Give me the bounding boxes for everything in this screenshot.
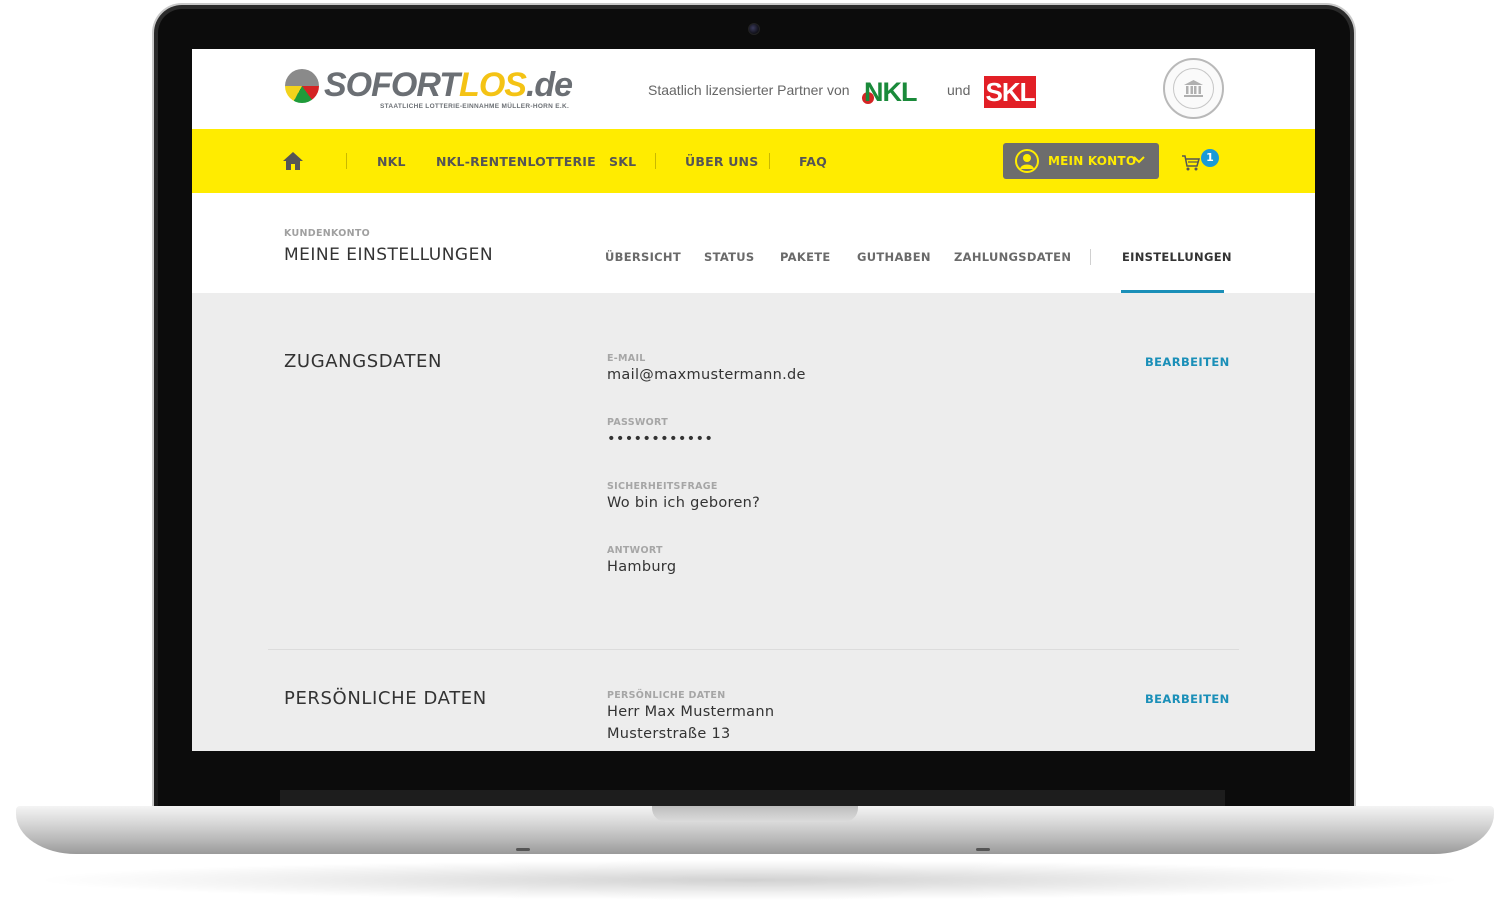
nkl-logo[interactable]: NKL bbox=[864, 78, 917, 106]
logo-los: LOS bbox=[459, 66, 527, 104]
field-value-street: Musterstraße 13 bbox=[607, 726, 731, 742]
tab-guthaben[interactable]: GUTHABEN bbox=[857, 250, 931, 264]
field-value-security-question: Wo bin ich geboren? bbox=[607, 495, 761, 511]
chevron-down-icon bbox=[1133, 156, 1145, 164]
laptop-foot bbox=[976, 848, 990, 851]
main-nav: NKL NKL-RENTENLOTTERIE SKL ÜBER UNS FAQ … bbox=[192, 129, 1315, 193]
field-value-email: mail@maxmustermann.de bbox=[607, 367, 806, 383]
field-value-answer: Hamburg bbox=[607, 559, 677, 575]
skl-logo[interactable]: SKL bbox=[984, 76, 1036, 108]
nav-item-skl[interactable]: SKL bbox=[609, 154, 636, 169]
camera-icon bbox=[748, 23, 760, 35]
field-label-answer: ANTWORT bbox=[607, 545, 663, 556]
laptop-shadow bbox=[30, 860, 1470, 900]
nav-divider bbox=[769, 153, 770, 169]
cart-icon[interactable] bbox=[1182, 155, 1200, 171]
tab-pakete[interactable]: PAKETE bbox=[780, 250, 831, 264]
account-subheader: KUNDENKONTO MEINE EINSTELLUNGEN ÜBERSICH… bbox=[192, 193, 1315, 293]
tab-divider bbox=[1090, 249, 1091, 265]
und-text: und bbox=[947, 82, 971, 98]
nav-item-ueber-uns[interactable]: ÜBER UNS bbox=[685, 154, 758, 169]
tab-status[interactable]: STATUS bbox=[704, 250, 755, 264]
field-label-password: PASSWORT bbox=[607, 417, 669, 428]
cart-count-badge[interactable]: 1 bbox=[1201, 149, 1219, 167]
section-title-persoenliche-daten: PERSÖNLICHE DATEN bbox=[284, 688, 487, 709]
logo-subtitle: STAATLICHE LOTTERIE-EINNAHME MÜLLER-HORN… bbox=[380, 103, 570, 110]
user-icon bbox=[1015, 149, 1039, 173]
field-label-email: E-MAIL bbox=[607, 353, 646, 364]
tab-einstellungen[interactable]: EINSTELLUNGEN bbox=[1122, 250, 1232, 264]
home-icon[interactable] bbox=[283, 152, 303, 170]
field-label-personal-data: PERSÖNLICHE DATEN bbox=[607, 690, 726, 701]
logo-ball-icon[interactable] bbox=[285, 69, 319, 103]
field-value-password: •••••••••••• bbox=[607, 431, 714, 447]
account-button[interactable]: MEIN KONTO bbox=[1003, 143, 1159, 179]
field-label-security-question: SICHERHEITSFRAGE bbox=[607, 481, 718, 492]
page-title: MEINE EINSTELLUNGEN bbox=[284, 245, 494, 265]
edit-zugangsdaten-link[interactable]: BEARBEITEN bbox=[1145, 355, 1230, 369]
laptop-notch bbox=[652, 806, 858, 822]
logo-main: SOFORT bbox=[324, 66, 460, 104]
nav-item-nkl[interactable]: NKL bbox=[377, 154, 406, 169]
settings-content: ZUGANGSDATEN BEARBEITEN E-MAIL mail@maxm… bbox=[192, 293, 1315, 751]
tab-zahlungsdaten[interactable]: ZAHLUNGSDATEN bbox=[954, 250, 1071, 264]
breadcrumb: KUNDENKONTO bbox=[284, 228, 371, 239]
nav-item-nkl-rentenlotterie[interactable]: NKL-RENTENLOTTERIE bbox=[436, 154, 596, 169]
nav-item-faq[interactable]: FAQ bbox=[799, 154, 827, 169]
site-logo[interactable]: SOFORTLOS.de bbox=[324, 65, 573, 105]
nav-divider bbox=[655, 153, 656, 169]
nav-divider bbox=[346, 153, 347, 169]
building-icon bbox=[1184, 80, 1203, 97]
tab-uebersicht[interactable]: ÜBERSICHT bbox=[605, 250, 681, 264]
screen: SOFORTLOS.de STAATLICHE LOTTERIE-EINNAHM… bbox=[192, 49, 1315, 751]
logo-domain: .de bbox=[525, 66, 573, 104]
site-header: SOFORTLOS.de STAATLICHE LOTTERIE-EINNAHM… bbox=[192, 49, 1315, 129]
section-divider bbox=[268, 649, 1239, 650]
laptop-foot bbox=[516, 848, 530, 851]
account-label: MEIN KONTO bbox=[1048, 154, 1137, 168]
section-title-zugangsdaten: ZUGANGSDATEN bbox=[284, 351, 443, 372]
bezel-bottom bbox=[280, 790, 1225, 806]
state-guarantee-seal bbox=[1163, 58, 1224, 119]
partner-text: Staatlich lizensierter Partner von bbox=[648, 82, 850, 98]
field-value-name: Herr Max Mustermann bbox=[607, 704, 775, 720]
edit-persoenliche-daten-link[interactable]: BEARBEITEN bbox=[1145, 692, 1230, 706]
